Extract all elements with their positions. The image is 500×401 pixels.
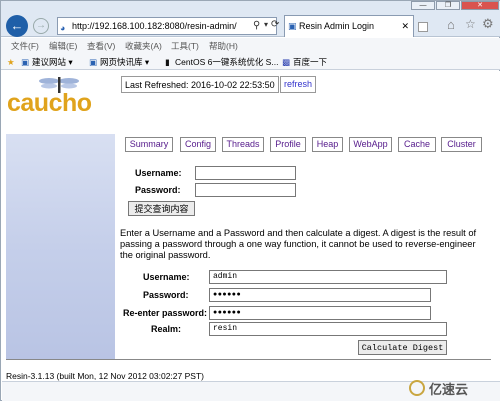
menu-view[interactable]: 查看(V) [87, 38, 115, 54]
menu-edit[interactable]: 编辑(E) [49, 38, 77, 54]
tab-page-icon: ▣ [288, 21, 297, 31]
caucho-logo: caucho [7, 89, 92, 117]
favorites-star-icon[interactable]: ★ [7, 54, 15, 70]
tab-cache[interactable]: Cache [398, 137, 436, 152]
login-submit-button[interactable]: 提交查询内容 [128, 201, 195, 216]
minimize-button[interactable]: — [411, 1, 435, 10]
digest-password-input[interactable]: ●●●●●● [209, 288, 431, 302]
fav-web-slice[interactable]: 网页快讯库 ▾ [100, 54, 149, 70]
digest-description: Enter a Username and a Password and then… [120, 228, 477, 260]
yisu-logo-icon [409, 380, 425, 396]
login-username-input[interactable] [195, 166, 296, 180]
new-tab-icon[interactable] [418, 22, 428, 32]
footer-divider [6, 359, 491, 360]
watermark-text: 亿速云 [429, 382, 469, 397]
back-arrow-icon[interactable]: ← [6, 15, 28, 37]
tab-config[interactable]: Config [180, 137, 216, 152]
search-icon[interactable]: ⚲ [253, 20, 260, 31]
page-icon: ◕ [60, 23, 66, 33]
last-refreshed: Last Refreshed: 2016-10-02 22:53:50 [121, 76, 279, 93]
digest-password-label: Password: [143, 290, 189, 300]
status-bar [2, 381, 500, 401]
favorites-bar: ★ ▣ 建议网站 ▾ ▣ 网页快讯库 ▾ ▮ CentOS 6一键系统优化 S.… [1, 54, 500, 70]
address-url: http://192.168.100.182:8080/resin-admin/ [72, 21, 237, 31]
login-password-label: Password: [135, 185, 181, 195]
fav-baidu[interactable]: 百度一下 [293, 54, 327, 70]
menu-file[interactable]: 文件(F) [11, 38, 39, 54]
tab-webapp[interactable]: WebApp [349, 137, 392, 152]
tab-close-icon[interactable]: ✕ [401, 16, 409, 36]
forward-arrow-icon[interactable]: → [33, 18, 49, 34]
menu-favorites[interactable]: 收藏夹(A) [125, 38, 162, 54]
close-button[interactable]: ✕ [461, 1, 499, 10]
web-slice-icon: ▣ [89, 57, 98, 67]
tab-cluster[interactable]: Cluster [441, 137, 482, 152]
tab-heap[interactable]: Heap [312, 137, 343, 152]
footer-version: Resin-3.1.13 (built Mon, 12 Nov 2012 03:… [6, 371, 204, 381]
fav-centos[interactable]: CentOS 6一键系统优化 S... [175, 54, 278, 70]
menu-help[interactable]: 帮助(H) [209, 38, 238, 54]
login-username-label: Username: [135, 168, 182, 178]
menu-tools[interactable]: 工具(T) [171, 38, 199, 54]
calculate-digest-button[interactable]: Calculate Digest [358, 340, 447, 355]
digest-username-input[interactable]: admin [209, 270, 447, 284]
refresh-link[interactable]: refresh [280, 76, 317, 93]
fav-suggested-sites[interactable]: 建议网站 ▾ [32, 54, 73, 70]
tab-profile[interactable]: Profile [270, 137, 306, 152]
menu-bar: 文件(F) 编辑(E) 查看(V) 收藏夹(A) 工具(T) 帮助(H) [1, 38, 500, 54]
login-password-input[interactable] [195, 183, 296, 197]
settings-gear-icon[interactable]: ⚙ [482, 16, 494, 32]
favorites-star-icon[interactable]: ☆ [465, 17, 476, 31]
centos-icon: ▮ [165, 57, 170, 67]
dropdown-chevron-icon[interactable]: ▾ [264, 20, 268, 29]
address-bar[interactable]: ◕ http://192.168.100.182:8080/resin-admi… [57, 17, 277, 35]
digest-reenter-input[interactable]: ●●●●●● [209, 306, 431, 320]
digest-realm-input[interactable]: resin [209, 322, 447, 336]
home-icon[interactable]: ⌂ [447, 17, 455, 32]
tab-summary[interactable]: Summary [125, 137, 173, 152]
restore-button[interactable]: ❐ [436, 1, 460, 10]
browser-window: — ❐ ✕ ← → ◕ http://192.168.100.182:8080/… [0, 0, 500, 401]
digest-username-label: Username: [143, 272, 190, 282]
baidu-icon: ▩ [282, 57, 291, 67]
tab-resin-admin-login[interactable]: ▣ Resin Admin Login ✕ [284, 15, 414, 37]
suggested-sites-icon: ▣ [21, 57, 30, 67]
digest-realm-label: Realm: [151, 324, 182, 334]
digest-reenter-label: Re-enter password: [123, 308, 208, 318]
tab-title: Resin Admin Login [299, 21, 375, 31]
reload-icon[interactable]: ⟳ [271, 19, 279, 30]
tab-threads[interactable]: Threads [222, 137, 264, 152]
